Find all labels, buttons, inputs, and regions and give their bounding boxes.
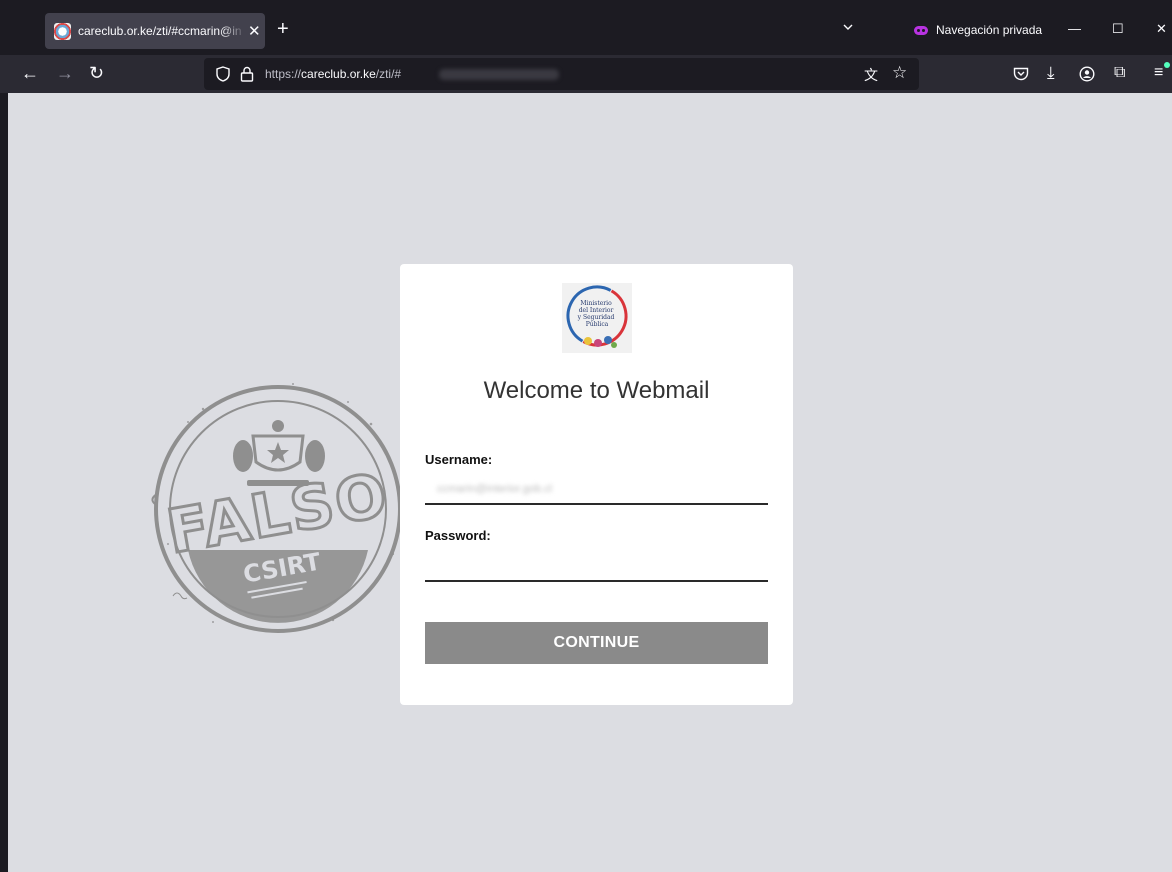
tab-strip: careclub.or.ke/zti/#ccmarin@in ✕ + Naveg… <box>0 0 1172 55</box>
browser-tab[interactable]: careclub.or.ke/zti/#ccmarin@in ✕ <box>45 13 265 49</box>
address-bar[interactable]: https://careclub.or.ke/zti/# 文 ☆ <box>204 58 919 90</box>
logo-line-4: Pública <box>586 321 609 328</box>
page-title: Welcome to Webmail <box>483 377 710 404</box>
forward-icon[interactable]: → <box>56 64 74 82</box>
downloads-icon[interactable]: ⤓ <box>1047 64 1055 82</box>
url-path: /zti/# <box>375 67 402 81</box>
username-label: Username: <box>425 452 493 467</box>
bookmark-star-icon[interactable]: ☆ <box>892 63 907 83</box>
window-close-icon[interactable]: ✕ <box>1156 22 1167 35</box>
falso-stamp: FALSO CSIRT <box>151 383 402 633</box>
username-value: ccmarin@interior.gob.cl <box>437 483 553 495</box>
password-field[interactable] <box>425 552 768 582</box>
url-text: https://careclub.or.ke/zti/# <box>265 67 401 81</box>
logo-line-2: del Interior <box>579 307 614 314</box>
redacted-url-fragment <box>439 69 559 80</box>
private-browsing-indicator: Navegación privada <box>914 23 1042 37</box>
reload-icon[interactable]: ↻ <box>89 64 104 82</box>
password-label: Password: <box>425 528 491 543</box>
tracking-protection-shield-icon[interactable] <box>216 66 230 82</box>
site-favicon-icon <box>54 22 71 40</box>
private-browsing-label: Navegación privada <box>936 23 1043 37</box>
tab-close-icon[interactable]: ✕ <box>248 22 261 40</box>
url-domain: careclub.or.ke <box>301 67 376 81</box>
logo-line-3: y Seguridad <box>577 314 615 321</box>
update-badge <box>1164 62 1170 68</box>
logo-line-1: Ministerio <box>580 300 612 307</box>
new-tab-icon[interactable]: + <box>277 19 289 39</box>
page-viewport: FALSO CSIRT Ministerio del Interior y Se… <box>8 93 1172 872</box>
pocket-icon[interactable] <box>1013 67 1029 81</box>
continue-button[interactable]: CONTINUE <box>425 622 768 664</box>
url-scheme: https:// <box>265 67 302 81</box>
minimize-icon[interactable]: — <box>1068 22 1081 35</box>
extensions-icon[interactable]: ⧉ <box>1114 64 1125 82</box>
ministry-logo: Ministerio del Interior y Seguridad Públ… <box>562 283 632 353</box>
username-field[interactable]: ccmarin@interior.gob.cl <box>425 475 768 505</box>
list-all-tabs-icon[interactable] <box>843 22 853 32</box>
translate-icon[interactable]: 文 <box>864 65 878 85</box>
tab-title: careclub.or.ke/zti/#ccmarin@in <box>78 24 242 38</box>
back-icon[interactable]: ← <box>21 64 39 82</box>
maximize-icon[interactable]: ☐ <box>1112 22 1124 35</box>
lock-icon[interactable] <box>240 66 254 82</box>
private-mask-icon <box>914 25 928 35</box>
login-card: Ministerio del Interior y Seguridad Públ… <box>400 264 793 705</box>
app-menu-icon[interactable]: ≡ <box>1154 64 1163 82</box>
account-icon[interactable] <box>1079 66 1095 82</box>
navigation-toolbar: ← → ↻ https://careclub.or.ke/zti/# 文 ☆ ⤓… <box>0 55 1172 93</box>
